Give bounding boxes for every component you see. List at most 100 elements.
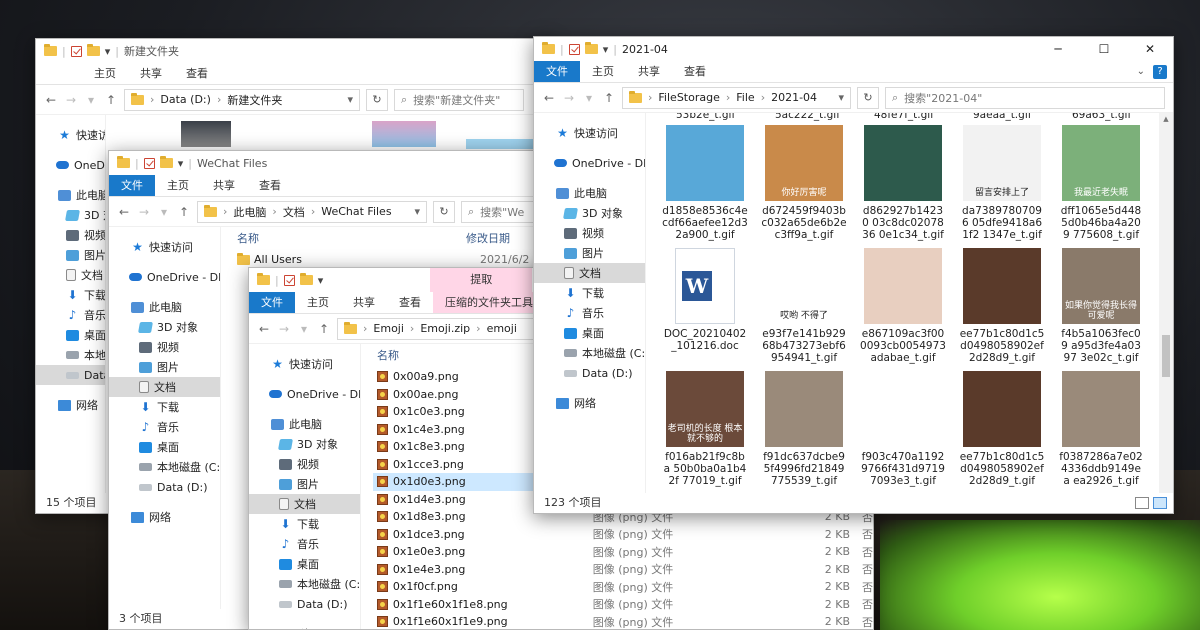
tab-home[interactable]: 主页 — [155, 175, 201, 196]
file-thumbnail[interactable]: 如果你觉得我长得可爱呢 f4b5a1063fec09 a95d3fe4a0397 … — [1058, 248, 1144, 364]
file-thumbnail[interactable]: ee77b1c80d1c5 d0498058902ef 2d28d9_t.gif — [959, 248, 1045, 364]
nav-downloads[interactable]: ⬇ 下载 — [109, 397, 220, 417]
nav-3d-objects[interactable]: 3D 对象 — [249, 434, 360, 454]
column-name[interactable]: 名称 — [221, 230, 466, 246]
nav-desktop[interactable]: 桌面 — [109, 437, 220, 457]
tab-home[interactable]: 主页 — [295, 292, 341, 313]
file-caption[interactable]: 48fe7f_t.gif — [874, 113, 934, 121]
refresh-icon[interactable]: ↻ — [857, 86, 879, 109]
nav-this-pc[interactable]: 此电脑 — [36, 185, 105, 205]
file-thumbnail[interactable]: d862927b14230 03c8dc0207836 0e1c34_t.gif — [860, 125, 946, 241]
nav-quick-access[interactable]: ★ 快速访问 — [36, 125, 105, 145]
nav-3d-objects[interactable]: 3D 对象 — [109, 317, 220, 337]
tab-view[interactable]: 查看 — [672, 61, 718, 82]
nav-pictures[interactable]: 图片 — [109, 357, 220, 377]
tab-home[interactable]: 主页 — [580, 61, 626, 82]
file-thumbnail[interactable]: 哎哟 不得了 e93f7e141b929 68b473273ebf6 954941… — [761, 248, 847, 364]
forward-arrow-icon[interactable]: → — [277, 322, 291, 336]
quick-access-dropdown-icon[interactable]: ▾ — [105, 45, 111, 58]
nav-videos[interactable]: 视频 — [109, 337, 220, 357]
file-caption[interactable]: 69a63_t.gif — [1072, 113, 1131, 121]
back-arrow-icon[interactable]: ← — [542, 91, 556, 105]
new-folder-icon[interactable] — [299, 273, 313, 285]
nav-music[interactable]: ♪ 音乐 — [109, 417, 220, 437]
file-caption[interactable]: 53b2e_t.gif — [676, 113, 735, 121]
file-thumbnail[interactable]: 老司机的长度 根本就不够的 f016ab21f9c8ba 50b0ba0a1b42… — [662, 371, 748, 487]
expand-ribbon-icon[interactable]: ⌄ — [1137, 66, 1145, 77]
nav-this-pc[interactable]: 此电脑 — [109, 297, 220, 317]
history-dropdown-icon[interactable]: ▾ — [582, 91, 596, 105]
history-dropdown-icon[interactable]: ▾ — [84, 93, 98, 107]
tab-share[interactable]: 共享 — [341, 292, 387, 313]
large-icons-view-icon[interactable] — [1153, 497, 1167, 509]
column-date[interactable]: 修改日期 — [466, 230, 510, 246]
nav-pictures[interactable]: 图片 — [534, 243, 645, 263]
file-thumbnail[interactable]: f91dc637dcbe9 5f4996fd21849 775539_t.gif — [761, 371, 847, 487]
file-thumbnail[interactable]: d1858e8536c4e cdf66aefee12d3 2a900_t.gif — [662, 125, 748, 241]
properties-icon[interactable] — [70, 45, 82, 57]
file-thumbnail[interactable]: 你好厉害呢 d672459f9403b c032a65de6b2e c3ff9a_… — [761, 125, 847, 241]
quick-access-dropdown-icon[interactable]: ▾ — [178, 157, 184, 170]
history-dropdown-icon[interactable]: ▾ — [297, 322, 311, 336]
nav-documents[interactable]: 文档 — [534, 263, 645, 283]
breadcrumb-new-folder[interactable]: 新建文件夹 — [227, 92, 282, 108]
nav-documents[interactable]: 文档 — [249, 494, 360, 514]
tab-view[interactable]: 查看 — [247, 175, 293, 196]
nav-downloads[interactable]: ⬇ 下载 — [36, 285, 105, 305]
nav-network[interactable]: 网络 — [249, 624, 360, 629]
column-name[interactable]: 名称 — [361, 347, 399, 363]
history-dropdown-icon[interactable]: ▾ — [157, 205, 171, 219]
nav-desktop[interactable]: 桌面 — [36, 325, 105, 345]
nav-quick-access[interactable]: ★ 快速访问 — [249, 354, 360, 374]
nav-onedrive[interactable]: OneDrive - DIGI — [109, 267, 220, 287]
file-thumbnail[interactable]: e867109ac3f00 0093cb0054973 adabae_t.gif — [860, 248, 946, 364]
search-input[interactable]: ⌕ 搜索"新建文件夹" — [394, 88, 524, 111]
tab-file[interactable]: 文件 — [109, 175, 155, 196]
forward-arrow-icon[interactable]: → — [562, 91, 576, 105]
breadcrumb-data-d[interactable]: Data (D:) — [160, 93, 211, 106]
file-thumbnail[interactable]: ee77b1c80d1c5 d0498058902ef 2d28d9_t.gif — [959, 371, 1045, 487]
address-bar[interactable]: › FileStorage › File › 2021-04 ▾ — [622, 86, 851, 109]
quick-access-dropdown-icon[interactable]: ▾ — [318, 274, 324, 287]
nav-videos[interactable]: 视频 — [534, 223, 645, 243]
breadcrumb-file[interactable]: File — [736, 91, 754, 104]
nav-documents[interactable]: 文档 — [109, 377, 220, 397]
file-row[interactable]: 0x1f0cf.png 图像 (png) 文件 2 KB 否 — [373, 578, 873, 596]
nav-this-pc[interactable]: 此电脑 — [249, 414, 360, 434]
breadcrumb-emoji-folder[interactable]: emoji — [487, 322, 517, 335]
explorer-window-2021-04[interactable]: | ▾ | 2021-04 ─ ☐ ✕ 文件 主页 共享 查看 ⌄ ? ← → … — [533, 36, 1174, 514]
thumbnail[interactable] — [466, 139, 536, 149]
tab-file[interactable]: 文件 — [534, 61, 580, 82]
properties-icon[interactable] — [283, 274, 295, 286]
refresh-icon[interactable]: ↻ — [366, 88, 388, 111]
nav-music[interactable]: ♪ 音乐 — [534, 303, 645, 323]
nav-this-pc[interactable]: 此电脑 — [534, 183, 645, 203]
close-icon[interactable]: ✕ — [1127, 37, 1173, 61]
new-folder-icon[interactable] — [86, 44, 100, 56]
tab-view[interactable]: 查看 — [387, 292, 433, 313]
new-folder-icon[interactable] — [584, 42, 598, 54]
minimize-icon[interactable]: ─ — [1035, 37, 1081, 61]
nav-data-d[interactable]: Data (D:) — [249, 594, 360, 614]
breadcrumb-emoji-zip[interactable]: Emoji.zip — [420, 322, 470, 335]
scrollbar-thumb[interactable] — [1162, 335, 1170, 377]
breadcrumb-this-pc[interactable]: 此电脑 — [233, 204, 266, 220]
thumbnail[interactable] — [181, 121, 231, 147]
nav-videos[interactable]: 视频 — [36, 225, 105, 245]
nav-downloads[interactable]: ⬇ 下载 — [534, 283, 645, 303]
file-caption[interactable]: 5ac222_t.gif — [775, 113, 840, 121]
back-arrow-icon[interactable]: ← — [117, 205, 131, 219]
file-thumbnail[interactable]: 留言安排上了 da73897807096 05dfe9418a61f2 1347e… — [959, 125, 1045, 241]
file-row[interactable]: 0x1f1e60x1f1e8.png 图像 (png) 文件 2 KB 否 — [373, 596, 873, 614]
breadcrumb-filestorage[interactable]: FileStorage — [658, 91, 719, 104]
help-icon[interactable]: ? — [1153, 64, 1167, 79]
nav-local-disk-c[interactable]: 本地磁盘 (C:) — [249, 574, 360, 594]
nav-videos[interactable]: 视频 — [249, 454, 360, 474]
nav-3d-objects[interactable]: 3D 对象 — [36, 205, 105, 225]
file-row[interactable]: 0x1e0e3.png 图像 (png) 文件 2 KB 否 — [373, 543, 873, 561]
properties-icon[interactable] — [568, 43, 580, 55]
forward-arrow-icon[interactable]: → — [64, 93, 78, 107]
nav-local-disk-c[interactable]: 本地磁盘 (C:) — [534, 343, 645, 363]
nav-3d-objects[interactable]: 3D 对象 — [534, 203, 645, 223]
quick-access-dropdown-icon[interactable]: ▾ — [603, 43, 609, 56]
